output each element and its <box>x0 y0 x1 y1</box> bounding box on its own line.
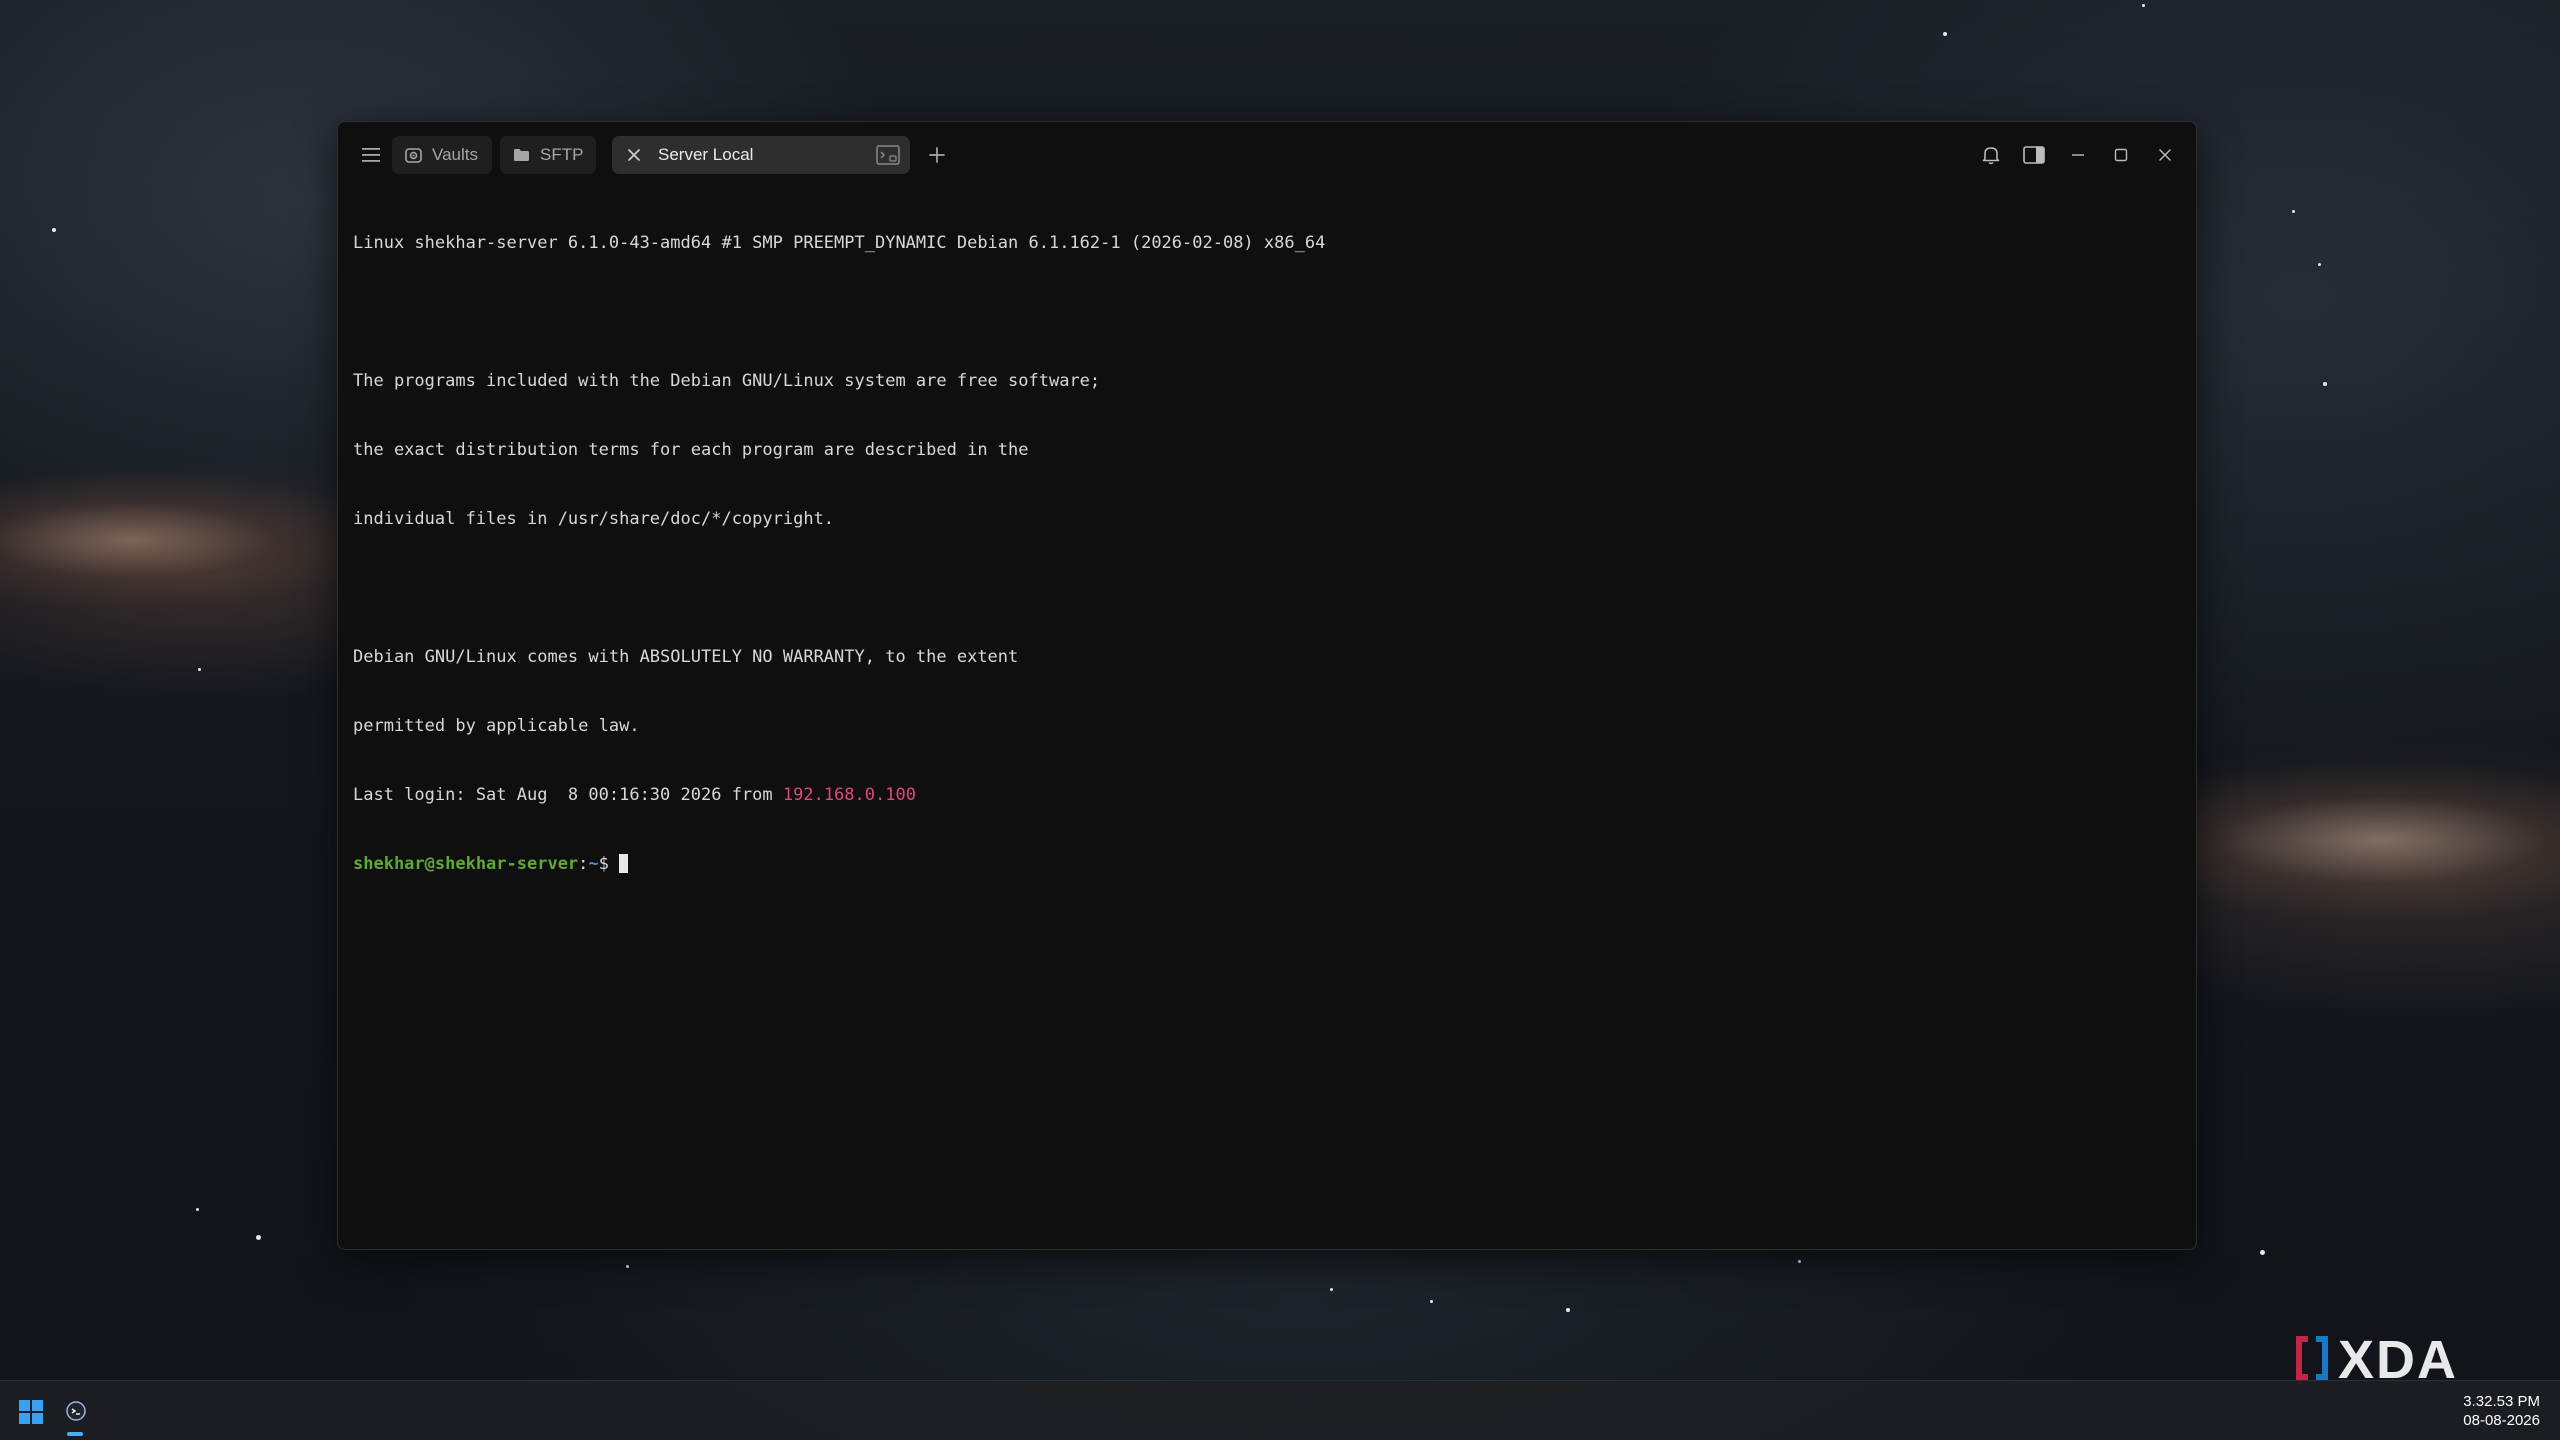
new-tab-button[interactable] <box>922 140 952 170</box>
star <box>2318 263 2321 266</box>
star <box>2323 382 2327 386</box>
side-panel-icon <box>2023 146 2045 164</box>
terminal-window: Vaults SFTP Server Local Linux shekhar-s… <box>337 121 2197 1250</box>
start-button[interactable] <box>18 1399 44 1425</box>
bell-icon <box>1982 147 2000 165</box>
close-window-button[interactable] <box>2150 140 2180 170</box>
last-login-line: Last login: Sat Aug 8 00:16:30 2026 from… <box>353 784 2181 807</box>
taskbar-app-termius[interactable] <box>58 1393 94 1429</box>
notifications-button[interactable] <box>1976 140 2006 170</box>
star <box>256 1235 261 1240</box>
termius-app-icon <box>66 1401 86 1421</box>
taskbar: 3.32.53 PM 08-08-2026 <box>0 1380 2560 1440</box>
minimize-icon <box>2072 154 2084 156</box>
prompt-separator: : <box>578 854 589 874</box>
terminal-icon <box>876 145 900 165</box>
star <box>1330 1288 1333 1291</box>
maximize-icon <box>2114 148 2128 162</box>
star <box>2292 210 2295 213</box>
plus-icon <box>929 147 945 163</box>
system-clock[interactable]: 3.32.53 PM 08-08-2026 <box>2463 1392 2540 1430</box>
star <box>1798 1260 1801 1263</box>
star <box>52 228 56 232</box>
title-bar: Vaults SFTP Server Local <box>338 122 2196 186</box>
clock-time: 3.32.53 PM <box>2463 1393 2540 1410</box>
last-login-ip: 192.168.0.100 <box>782 785 916 805</box>
toggle-side-panel-button[interactable] <box>2019 140 2049 170</box>
close-tab-icon[interactable] <box>624 145 644 165</box>
close-icon <box>2159 149 2171 161</box>
star <box>1566 1308 1570 1312</box>
prompt-user-host: shekhar@shekhar-server <box>353 854 579 874</box>
tab-label: Server Local <box>658 145 754 164</box>
last-login-text: Last login: Sat Aug 8 00:16:30 2026 from <box>353 785 783 805</box>
desktop: Vaults SFTP Server Local Linux shekhar-s… <box>0 0 2560 1440</box>
terminal-line: individual files in /usr/share/doc/*/cop… <box>353 509 835 529</box>
terminal-line: the exact distribution terms for each pr… <box>353 440 1029 460</box>
vault-icon <box>404 146 422 164</box>
folder-icon <box>512 146 530 164</box>
star <box>2142 4 2145 7</box>
clock-date: 08-08-2026 <box>2463 1412 2540 1429</box>
terminal-line: permitted by applicable law. <box>353 716 640 736</box>
terminal-output[interactable]: Linux shekhar-server 6.1.0-43-amd64 #1 S… <box>353 186 2181 1239</box>
tab-label: Vaults <box>432 145 478 164</box>
star <box>1430 1300 1433 1303</box>
star <box>196 1208 199 1211</box>
prompt-path: ~ <box>588 854 599 874</box>
star <box>1943 32 1947 36</box>
menu-icon <box>362 148 380 162</box>
prompt-symbol: $ <box>598 854 620 874</box>
star <box>626 1265 629 1268</box>
tab-server-local[interactable]: Server Local <box>612 136 910 174</box>
tab-vaults[interactable]: Vaults <box>392 136 492 174</box>
terminal-line: Debian GNU/Linux comes with ABSOLUTELY N… <box>353 647 1019 667</box>
tab-label: SFTP <box>540 145 584 164</box>
minimize-button[interactable] <box>2063 140 2093 170</box>
text-cursor <box>619 854 629 873</box>
star <box>2260 1250 2265 1255</box>
terminal-line: Linux shekhar-server 6.1.0-43-amd64 #1 S… <box>353 233 1326 253</box>
maximize-button[interactable] <box>2106 140 2136 170</box>
hamburger-menu-button[interactable] <box>356 140 386 170</box>
terminal-line: The programs included with the Debian GN… <box>353 371 1101 391</box>
prompt-line[interactable]: shekhar@shekhar-server:~$ <box>353 853 2181 876</box>
windows-logo-icon <box>19 1400 43 1424</box>
tab-sftp[interactable]: SFTP <box>500 136 596 174</box>
star <box>198 668 201 671</box>
active-app-indicator <box>67 1432 83 1436</box>
